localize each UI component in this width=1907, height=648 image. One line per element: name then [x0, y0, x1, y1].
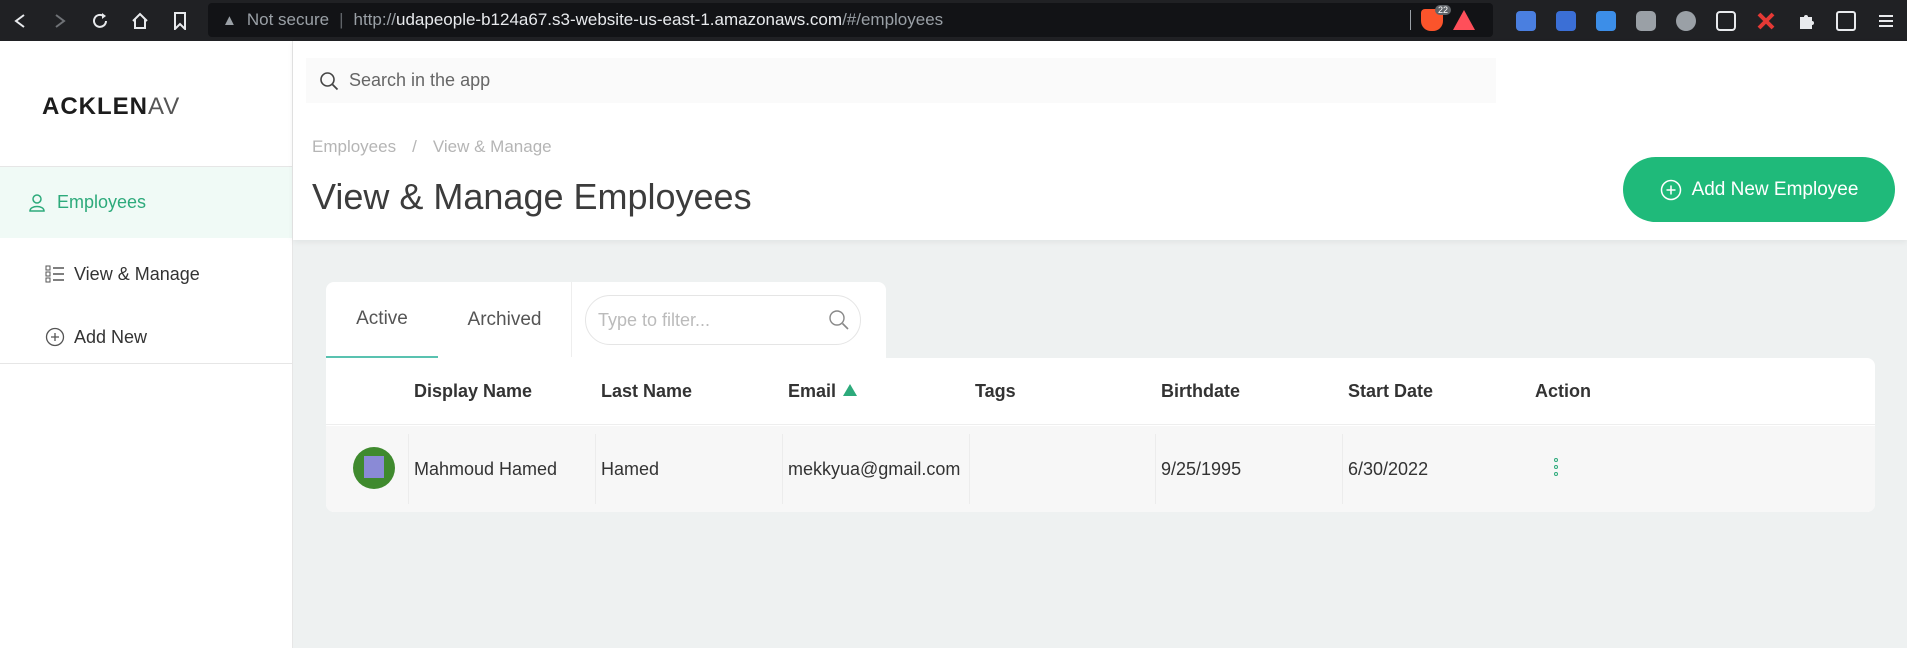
column-header-action: Action [1535, 381, 1591, 401]
sidebar-item-label: Employees [57, 192, 147, 212]
main-content: Employees / View & Manage View & Manage … [293, 41, 1907, 648]
s-extension-icon[interactable] [1586, 0, 1626, 41]
url-protocol: http:// [353, 10, 397, 29]
column-header-display-name[interactable]: Display Name [414, 358, 532, 425]
camera-extension-icon[interactable] [1626, 0, 1666, 41]
search-icon[interactable] [828, 309, 850, 331]
table-row[interactable]: Mahmoud Hamed Hamed mekkyua@gmail.com 9/… [326, 426, 1875, 512]
back-icon[interactable] [0, 0, 40, 41]
plus-circle-icon [1660, 179, 1682, 201]
cell-last-name: Hamed [601, 458, 660, 479]
wallet-icon[interactable] [1826, 0, 1866, 41]
row-actions-menu-icon[interactable] [1554, 458, 1558, 476]
breadcrumb: Employees / View & Manage [312, 137, 552, 157]
logo-bold-text: ACKLEN [42, 93, 148, 120]
cell-start-date: 6/30/2022 [1348, 458, 1429, 479]
logo[interactable]: ACKLENAV [42, 93, 180, 121]
column-header-last-name[interactable]: Last Name [601, 358, 692, 425]
add-new-employee-button[interactable]: Add New Employee [1623, 157, 1895, 222]
sidebar: ACKLENAV Employees View & Manage Add New [0, 41, 293, 648]
search-icon [319, 71, 339, 91]
breadcrumb-view-manage: View & Manage [432, 137, 552, 156]
sidebar-item-view-manage[interactable]: View & Manage [0, 249, 292, 299]
cell-email: mekkyua@gmail.com [788, 458, 961, 479]
divider [1342, 434, 1343, 504]
address-bar[interactable]: ▲ Not secure | http:// udapeople-b124a67… [208, 3, 1493, 37]
divider [782, 434, 783, 504]
column-header-start-date[interactable]: Start Date [1348, 358, 1433, 425]
close-extension-icon[interactable] [1746, 0, 1786, 41]
list-icon [45, 264, 65, 284]
tab-archived[interactable]: Archived [438, 282, 571, 357]
bookmark-icon[interactable] [160, 0, 200, 41]
url-separator: | [339, 10, 344, 29]
breadcrumb-employees[interactable]: Employees [312, 137, 396, 157]
page-header: Employees / View & Manage View & Manage … [293, 41, 1907, 240]
cell-birthdate: 9/25/1995 [1161, 458, 1242, 479]
shields-count-badge: 22 [1434, 5, 1451, 15]
filter-input[interactable] [598, 309, 818, 331]
avatar [353, 447, 395, 489]
tab-active[interactable]: Active [326, 282, 438, 358]
logo-light-text: AV [148, 93, 181, 120]
plus-circle-icon [45, 327, 65, 347]
cell-display-name: Mahmoud Hamed [414, 458, 558, 479]
address-bar-actions: 22 [1410, 5, 1475, 31]
home-icon[interactable] [120, 0, 160, 41]
employees-table: Display Name Last Name Email Tags Birthd… [326, 358, 1875, 512]
divider [969, 434, 970, 504]
extensions-row [1506, 0, 1906, 41]
reload-icon[interactable] [80, 0, 120, 41]
divider [1410, 10, 1411, 30]
column-header-birthdate[interactable]: Birthdate [1161, 358, 1240, 425]
url-host: udapeople-b124a67.s3-website-us-east-1.a… [396, 10, 843, 29]
translate-extension-icon[interactable] [1506, 0, 1546, 41]
filter-box [585, 295, 861, 345]
page-title: View & Manage Employees [312, 176, 752, 217]
sidebar-item-employees[interactable]: Employees [0, 167, 292, 238]
pip-extension-icon[interactable] [1706, 0, 1746, 41]
table-header: Display Name Last Name Email Tags Birthd… [326, 358, 1875, 425]
divider [595, 434, 596, 504]
menu-icon[interactable] [1866, 0, 1906, 41]
sidebar-item-label: View & Manage [74, 263, 200, 284]
cloud-extension-icon[interactable] [1666, 0, 1706, 41]
user-icon [27, 193, 47, 213]
sort-ascending-icon[interactable] [843, 384, 857, 396]
warning-icon: ▲ [222, 11, 237, 29]
column-header-tags[interactable]: Tags [975, 358, 1016, 425]
column-header-email[interactable]: Email [788, 358, 836, 425]
forward-icon[interactable] [40, 0, 80, 41]
app-search [306, 58, 1496, 103]
not-secure-label: Not secure [246, 10, 330, 29]
divider [1155, 434, 1156, 504]
brave-shields-icon[interactable]: 22 [1421, 5, 1451, 31]
sidebar-item-label: Add New [74, 326, 148, 347]
divider [571, 282, 572, 357]
browser-toolbar: ▲ Not secure | http:// udapeople-b124a67… [0, 0, 1907, 41]
url-path: /#/employees [842, 10, 944, 29]
brave-rewards-icon[interactable] [1453, 10, 1475, 30]
search-input[interactable] [349, 70, 1449, 91]
divider [408, 434, 409, 504]
puzzle-extensions-icon[interactable] [1786, 0, 1826, 41]
add-button-label: Add New Employee [1691, 178, 1859, 200]
sidebar-item-add-new[interactable]: Add New [0, 312, 292, 362]
tabs-card: Active Archived [326, 282, 886, 363]
lock-extension-icon[interactable] [1546, 0, 1586, 41]
divider [0, 363, 292, 364]
breadcrumb-separator: / [412, 137, 417, 156]
